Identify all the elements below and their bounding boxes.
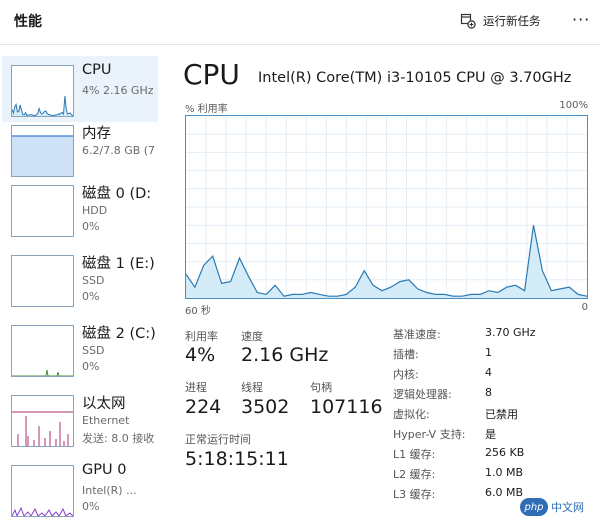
graph-time-start: 60 秒 xyxy=(185,306,211,317)
cpu-detail-panel: CPU Intel(R) Core(TM) i3-10105 CPU @ 3.7… xyxy=(160,48,600,519)
spec-value: 1 xyxy=(485,346,492,359)
cpu-utilization-graph xyxy=(185,115,588,299)
sidebar-item-model: Intel(R) ... xyxy=(82,484,137,497)
page-title: 性能 xyxy=(14,14,42,30)
sidebar-item-throughput: 发送: 8.0 接收 xyxy=(82,432,155,445)
sidebar-item-usage: 0% xyxy=(82,360,100,373)
php-logo: php xyxy=(520,498,548,516)
spec-label: 插槽: xyxy=(393,348,419,361)
spec-value: 4 xyxy=(485,366,492,379)
sidebar-item-detail: 6.2/7.8 GB (7 xyxy=(82,144,156,157)
utilization-label: 利用率 xyxy=(185,330,218,343)
sidebar-item-disk-1[interactable]: 磁盘 1 (E:) SSD 0% xyxy=(2,246,158,312)
spec-label: Hyper-V 支持: xyxy=(393,428,466,441)
speed-value: 2.16 GHz xyxy=(241,344,329,366)
sidebar-item-adapter: Ethernet xyxy=(82,414,130,427)
run-new-task-label: 运行新任务 xyxy=(483,14,541,28)
disk-2-thumbnail-graph xyxy=(11,325,74,377)
sidebar-item-label: 磁盘 2 (C:) xyxy=(82,326,156,342)
spec-value: 8 xyxy=(485,386,492,399)
processes-value: 224 xyxy=(185,396,222,418)
spec-label: L2 缓存: xyxy=(393,468,436,481)
sidebar-item-detail: 4% 2.16 GHz xyxy=(82,84,154,97)
sidebar-item-type: SSD xyxy=(82,274,105,287)
spec-value: 6.0 MB xyxy=(485,486,524,499)
speed-label: 速度 xyxy=(241,330,263,343)
sidebar-item-label: 磁盘 0 (D: xyxy=(82,186,152,202)
sidebar-item-gpu-0[interactable]: GPU 0 Intel(R) ... 0% xyxy=(2,456,158,522)
handles-label: 句柄 xyxy=(310,381,332,394)
new-task-icon xyxy=(460,13,476,29)
sidebar-item-disk-0[interactable]: 磁盘 0 (D: HDD 0% xyxy=(2,176,158,242)
sidebar-item-usage: 0% xyxy=(82,220,100,233)
processes-label: 进程 xyxy=(185,381,207,394)
handles-value: 107116 xyxy=(310,396,383,418)
spec-row: 逻辑处理器: 8 xyxy=(393,386,593,406)
spec-row: 插槽: 1 xyxy=(393,346,593,366)
spec-value: 3.70 GHz xyxy=(485,326,536,339)
spec-row: 虚拟化: 已禁用 xyxy=(393,406,593,426)
memory-thumbnail-graph xyxy=(11,125,74,177)
utilization-value: 4% xyxy=(185,344,216,366)
disk-0-thumbnail-graph xyxy=(11,185,74,237)
spec-value: 256 KB xyxy=(485,446,525,459)
site-watermark: php 中文网 xyxy=(520,497,598,517)
uptime-label: 正常运行时间 xyxy=(185,433,251,446)
graph-y-axis-max: 100% xyxy=(559,100,588,111)
sidebar-item-usage: 0% xyxy=(82,290,100,303)
ethernet-thumbnail-graph xyxy=(11,395,74,447)
cpu-heading: CPU xyxy=(183,58,240,91)
more-options-button[interactable]: ··· xyxy=(572,10,590,29)
spec-row: 基准速度: 3.70 GHz xyxy=(393,326,593,346)
spec-value: 已禁用 xyxy=(485,408,518,421)
spec-label: 内核: xyxy=(393,368,419,381)
sidebar-item-disk-2[interactable]: 磁盘 2 (C:) SSD 0% xyxy=(2,316,158,382)
spec-label: 逻辑处理器: xyxy=(393,388,452,401)
title-bar: 性能 运行新任务 ··· xyxy=(0,0,600,45)
spec-label: L1 缓存: xyxy=(393,448,436,461)
spec-label: 虚拟化: xyxy=(393,408,430,421)
spec-row: L1 缓存: 256 KB xyxy=(393,446,593,466)
sidebar-item-type: HDD xyxy=(82,204,108,217)
run-new-task-button[interactable]: 运行新任务 xyxy=(460,11,541,31)
spec-label: L3 缓存: xyxy=(393,488,436,501)
spec-label: 基准速度: xyxy=(393,328,441,341)
spec-value: 1.0 MB xyxy=(485,466,524,479)
sidebar-item-label: 磁盘 1 (E:) xyxy=(82,256,155,272)
graph-y-axis-label: % 利用率 xyxy=(185,104,228,115)
sidebar-item-ethernet[interactable]: 以太网 Ethernet 发送: 8.0 接收 xyxy=(2,386,158,452)
spec-row: Hyper-V 支持: 是 xyxy=(393,426,593,446)
graph-time-end: 0 xyxy=(581,302,588,313)
threads-label: 线程 xyxy=(241,381,263,394)
cpu-model-name: Intel(R) Core(TM) i3-10105 CPU @ 3.70GHz xyxy=(258,70,572,86)
sidebar-item-label: 以太网 xyxy=(82,396,126,412)
spec-row: 内核: 4 xyxy=(393,366,593,386)
sidebar-item-type: SSD xyxy=(82,344,105,357)
sidebar-item-usage: 0% xyxy=(82,500,100,513)
sidebar-item-memory[interactable]: 内存 6.2/7.8 GB (7 xyxy=(2,116,158,182)
spec-row: L2 缓存: 1.0 MB xyxy=(393,466,593,486)
sidebar-item-cpu[interactable]: CPU 4% 2.16 GHz xyxy=(2,56,158,122)
watermark-text: 中文网 xyxy=(551,501,584,514)
sidebar-item-label: CPU xyxy=(82,62,112,78)
uptime-value: 5:18:15:11 xyxy=(185,448,289,470)
disk-1-thumbnail-graph xyxy=(11,255,74,307)
threads-value: 3502 xyxy=(241,396,290,418)
spec-value: 是 xyxy=(485,428,496,441)
cpu-thumbnail-graph xyxy=(11,65,74,117)
sidebar-item-label: 内存 xyxy=(82,126,111,142)
sidebar-item-label: GPU 0 xyxy=(82,462,127,478)
sidebar: CPU 4% 2.16 GHz 内存 6.2/7.8 GB (7 磁盘 0 (D… xyxy=(0,48,160,519)
gpu-0-thumbnail-graph xyxy=(11,465,74,517)
